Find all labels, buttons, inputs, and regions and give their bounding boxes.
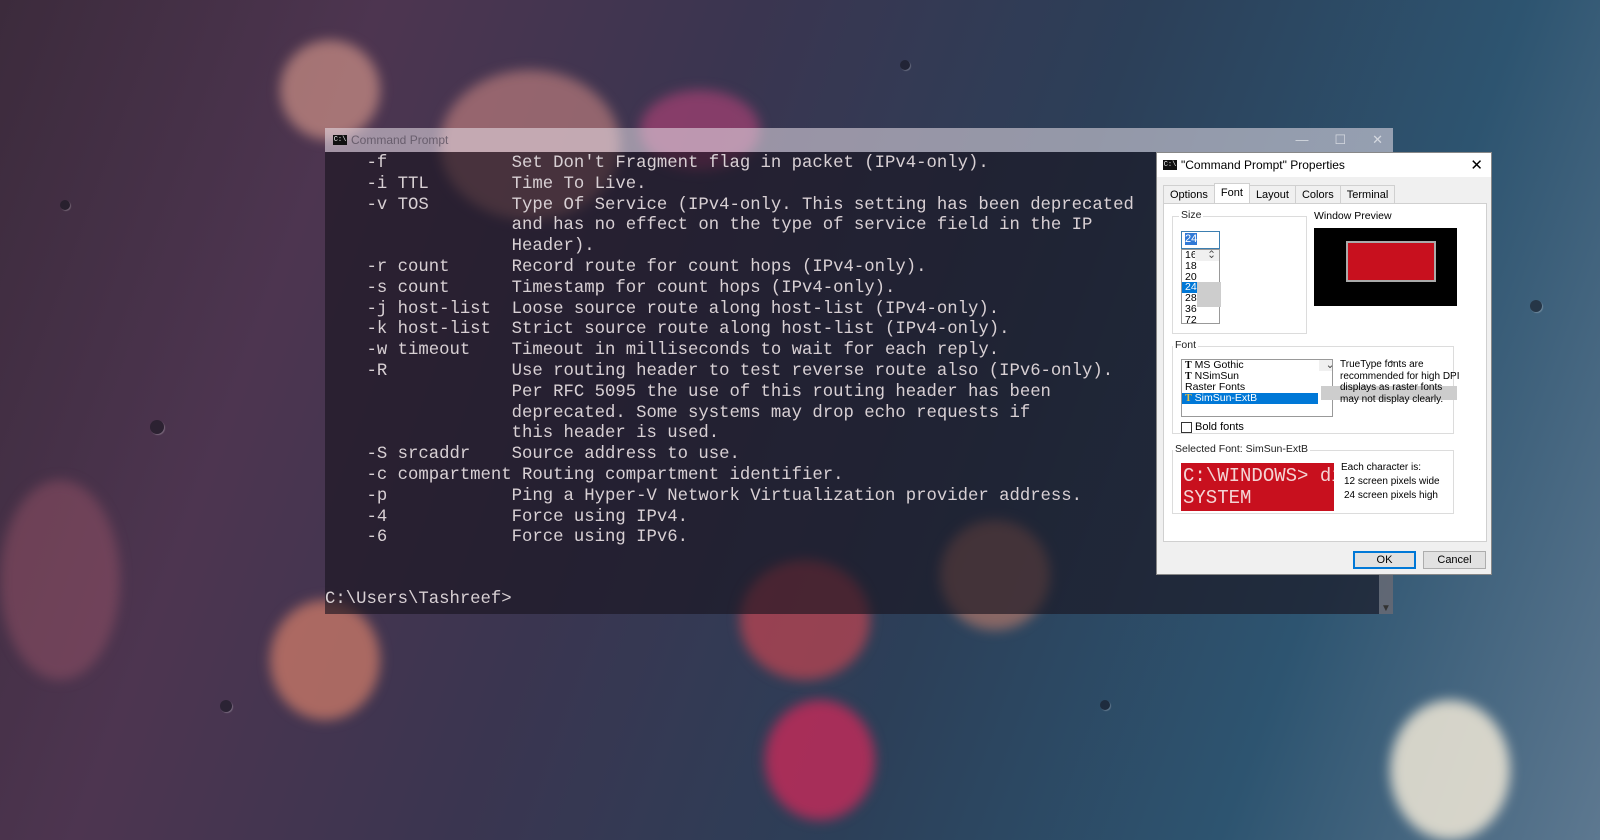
console-line: -r count Record route for count hops (IP… (325, 257, 927, 277)
font-label: Font (1173, 339, 1199, 351)
chevron-down-icon: ⌄ (1207, 249, 1216, 261)
size-list[interactable]: 16 18 20 24 28 36 72 ⌃ ⌄ (1181, 249, 1221, 326)
maximize-icon[interactable]: ☐ (1334, 132, 1346, 148)
font-list[interactable]: T MS Gothic T NSimSun Raster Fonts T SimSun… (1181, 359, 1457, 417)
ok-button[interactable]: OK (1353, 551, 1416, 569)
cmd-title: Command Prompt (351, 133, 449, 147)
console-line: -s count Timestamp for count hops (IPv4-… (325, 278, 896, 298)
size-group: Size 24 16 18 20 24 28 36 72 ⌃ ⌄ (1172, 209, 1307, 334)
scroll-down-icon[interactable]: ▼ (1381, 603, 1391, 614)
size-option[interactable]: 72 (1182, 314, 1206, 326)
truetype-icon: T (1185, 393, 1192, 404)
minimize-icon[interactable]: — (1295, 132, 1308, 148)
close-icon[interactable]: ✕ (1470, 156, 1483, 174)
cmd-title-bar[interactable]: C:\ Command Prompt — ☐ ✕ (325, 128, 1393, 152)
command-prompt-line[interactable]: C:\Users\Tashreef> (325, 590, 512, 609)
truetype-note: TrueType fonts are recommended for high … (1340, 359, 1460, 405)
size-input[interactable]: 24 (1181, 231, 1220, 249)
console-line: -6 Force using IPv6. (325, 528, 688, 548)
console-line: deprecated. Some systems may drop echo r… (325, 403, 1031, 423)
console-line: this header is used. (325, 424, 720, 444)
truetype-icon: T (1185, 360, 1192, 371)
cmd-icon: C:\ (333, 135, 347, 145)
console-line: -S srcaddr Source address to use. (325, 445, 740, 465)
font-option-selected[interactable]: T SimSun-ExtB (1182, 393, 1318, 404)
console-line: Per RFC 5095 the use of this routing hea… (325, 382, 1051, 402)
dialog-title-bar: C:\ "Command Prompt" Properties ✕ (1157, 153, 1491, 177)
console-line: -R Use routing header to test reverse ro… (325, 361, 1114, 381)
window-preview-label: Window Preview (1314, 210, 1392, 222)
console-line: -v TOS Type Of Service (IPv4-only. This … (325, 195, 1134, 215)
cancel-button[interactable]: Cancel (1423, 551, 1486, 569)
tab-font[interactable]: Font (1213, 183, 1250, 204)
console-line: -c compartment Routing compartment ident… (325, 465, 844, 485)
console-line: -f Set Don't Fragment flag in packet (IP… (325, 154, 989, 173)
size-option[interactable]: 18 (1182, 260, 1206, 272)
console-line: -i TTL Time To Live. (325, 174, 647, 194)
bold-fonts-checkbox[interactable]: Bold fonts (1181, 421, 1244, 433)
properties-dialog: C:\ "Command Prompt" Properties ✕ Option… (1156, 152, 1492, 575)
console-line: -w timeout Timeout in milliseconds to wa… (325, 341, 1000, 361)
font-sample: C:\WINDOWS> dirSYSTEM <DIR> (1181, 463, 1334, 511)
console-line: -j host-list Loose source route along ho… (325, 299, 1000, 319)
console-line: -k host-list Strict source route along h… (325, 320, 1010, 340)
size-scrollbar[interactable]: ⌃ ⌄ (1195, 249, 1221, 307)
console-line: -4 Force using IPv4. (325, 507, 688, 527)
console-line: Header). (325, 237, 595, 257)
font-group: Font T MS Gothic T NSimSun Raster Fonts TS… (1172, 339, 1460, 434)
selected-font-group: Selected Font: SimSun-ExtB C:\WINDOWS> d… (1172, 443, 1454, 514)
char-info: Each character is: 12 screen pixels wide… (1341, 462, 1440, 501)
selected-font-label: Selected Font: SimSun-ExtB (1173, 443, 1311, 455)
font-scrollbar[interactable]: ⌃ ⌄ (1319, 359, 1457, 400)
dialog-title: "Command Prompt" Properties (1181, 158, 1345, 172)
checkbox-icon (1181, 421, 1192, 433)
size-label: Size (1179, 209, 1204, 221)
console-line: -p Ping a Hyper-V Network Virtualization… (325, 486, 1083, 506)
console-line: and has no effect on the type of service… (325, 216, 1093, 236)
window-preview (1314, 228, 1457, 306)
close-icon[interactable]: ✕ (1372, 132, 1383, 148)
chevron-down-icon: ⌄ (1325, 359, 1335, 371)
cmd-icon: C:\ (1163, 160, 1177, 170)
font-tab-page: Size 24 16 18 20 24 28 36 72 ⌃ ⌄ Window P… (1163, 203, 1487, 542)
